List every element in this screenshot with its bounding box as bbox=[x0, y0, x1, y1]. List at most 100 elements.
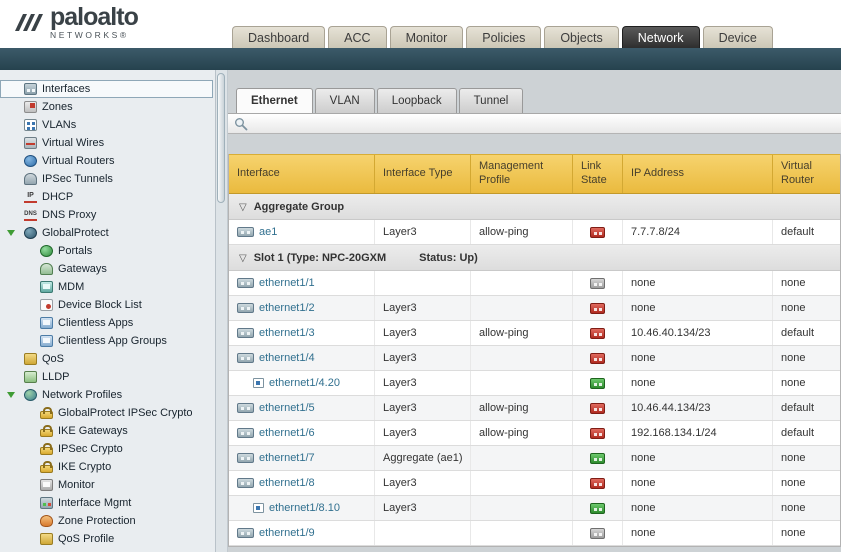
sidebar-item-dhcp[interactable]: DHCP bbox=[0, 188, 215, 206]
sidebar-item-ike-crypto[interactable]: IKE Crypto bbox=[0, 458, 215, 476]
column-header-interface[interactable]: Interface bbox=[229, 155, 375, 193]
link-state-unknown-icon[interactable] bbox=[590, 278, 605, 289]
sidebar-item-portals[interactable]: Portals bbox=[0, 242, 215, 260]
dns-proxy-icon bbox=[24, 209, 37, 221]
sidebar-item-virtual-routers[interactable]: Virtual Routers bbox=[0, 152, 215, 170]
collapse-toggle-icon[interactable] bbox=[7, 392, 15, 398]
sidebar-scrollbar[interactable] bbox=[216, 70, 228, 552]
interface-link[interactable]: ethernet1/4 bbox=[259, 352, 315, 364]
table-row-ethernet1-6[interactable]: ethernet1/6 Layer3 allow-ping 192.168.13… bbox=[229, 421, 840, 446]
interface-link[interactable]: ethernet1/5 bbox=[259, 402, 315, 414]
interface-link[interactable]: ethernet1/8.10 bbox=[269, 502, 340, 514]
collapse-toggle-icon[interactable] bbox=[7, 230, 15, 236]
collapse-triangle-icon[interactable] bbox=[239, 201, 247, 213]
link-state-down-icon[interactable] bbox=[590, 478, 605, 489]
sidebar-item-ipsec-crypto[interactable]: IPSec Crypto bbox=[0, 440, 215, 458]
subtab-ethernet[interactable]: Ethernet bbox=[236, 88, 313, 113]
sidebar-item-interface-mgmt[interactable]: Interface Mgmt bbox=[0, 494, 215, 512]
sidebar-item-ipsec-tunnels[interactable]: IPSec Tunnels bbox=[0, 170, 215, 188]
link-state-down-icon[interactable] bbox=[590, 328, 605, 339]
sidebar-item-interfaces[interactable]: Interfaces bbox=[0, 80, 213, 98]
table-row-ethernet1-7[interactable]: ethernet1/7 Aggregate (ae1) none none bbox=[229, 446, 840, 471]
column-header-management-profile[interactable]: Management Profile bbox=[471, 155, 573, 193]
table-row-ethernet1-8[interactable]: ethernet1/8 Layer3 none none bbox=[229, 471, 840, 496]
subtab-loopback[interactable]: Loopback bbox=[377, 88, 457, 113]
tab-policies[interactable]: Policies bbox=[466, 26, 541, 48]
group-label: Slot 1 (Type: NPC-20GXM bbox=[254, 252, 386, 264]
interface-link[interactable]: ethernet1/8 bbox=[259, 477, 315, 489]
link-state-down-icon[interactable] bbox=[590, 303, 605, 314]
link-state-unknown-icon[interactable] bbox=[590, 528, 605, 539]
tab-monitor[interactable]: Monitor bbox=[390, 26, 464, 48]
interface-link[interactable]: ethernet1/2 bbox=[259, 302, 315, 314]
sidebar-item-mdm[interactable]: MDM bbox=[0, 278, 215, 296]
tab-network[interactable]: Network bbox=[622, 26, 700, 48]
link-state-up-icon[interactable] bbox=[590, 453, 605, 464]
magnifier-icon[interactable] bbox=[234, 117, 248, 131]
table-row-ethernet1-4[interactable]: ethernet1/4 Layer3 none none bbox=[229, 346, 840, 371]
interface-link[interactable]: ethernet1/9 bbox=[259, 527, 315, 539]
sidebar-item-label: Clientless App Groups bbox=[58, 335, 167, 347]
sidebar-item-label: IPSec Tunnels bbox=[42, 173, 113, 185]
interface-link[interactable]: ethernet1/4.20 bbox=[269, 377, 340, 389]
table-row-ethernet1-9[interactable]: ethernet1/9 none none bbox=[229, 521, 840, 546]
link-state-up-icon[interactable] bbox=[590, 378, 605, 389]
interface-link[interactable]: ethernet1/7 bbox=[259, 452, 315, 464]
sidebar-item-device-block-list[interactable]: Device Block List bbox=[0, 296, 215, 314]
mgmt-profile-cell bbox=[471, 371, 573, 395]
interface-link[interactable]: ethernet1/3 bbox=[259, 327, 315, 339]
interface-link[interactable]: ethernet1/6 bbox=[259, 427, 315, 439]
sidebar-item-gateways[interactable]: Gateways bbox=[0, 260, 215, 278]
table-row-ethernet1-2[interactable]: ethernet1/2 Layer3 none none bbox=[229, 296, 840, 321]
table-row-ethernet1-1[interactable]: ethernet1/1 none none bbox=[229, 271, 840, 296]
link-state-down-icon[interactable] bbox=[590, 428, 605, 439]
sidebar-item-network-profiles[interactable]: Network Profiles bbox=[0, 386, 215, 404]
link-state-cell bbox=[573, 296, 623, 320]
table-row-ethernet1-3[interactable]: ethernet1/3 Layer3 allow-ping 10.46.40.1… bbox=[229, 321, 840, 346]
sidebar-item-zones[interactable]: Zones bbox=[0, 98, 215, 116]
sidebar-item-zone-protection[interactable]: Zone Protection bbox=[0, 512, 215, 530]
column-header-virtual-router[interactable]: Virtual Router bbox=[773, 155, 840, 193]
column-header-link-state[interactable]: Link State bbox=[573, 155, 623, 193]
sidebar-item-qos[interactable]: QoS bbox=[0, 350, 215, 368]
table-row-ae1[interactable]: ae1 Layer3 allow-ping 7.7.7.8/24 default bbox=[229, 220, 840, 245]
sidebar-item-globalprotect[interactable]: GlobalProtect bbox=[0, 224, 215, 242]
mgmt-profile-cell: allow-ping bbox=[471, 396, 573, 420]
sidebar-item-lldp[interactable]: LLDP bbox=[0, 368, 215, 386]
group-row-aggregate[interactable]: Aggregate Group bbox=[229, 194, 840, 220]
collapse-triangle-icon[interactable] bbox=[239, 252, 247, 264]
tab-acc[interactable]: ACC bbox=[328, 26, 386, 48]
subtab-vlan[interactable]: VLAN bbox=[315, 88, 375, 113]
sidebar-item-virtual-wires[interactable]: Virtual Wires bbox=[0, 134, 215, 152]
link-state-up-icon[interactable] bbox=[590, 503, 605, 514]
subtab-tunnel[interactable]: Tunnel bbox=[459, 88, 524, 113]
interface-link[interactable]: ethernet1/1 bbox=[259, 277, 315, 289]
tab-dashboard[interactable]: Dashboard bbox=[232, 26, 325, 48]
virtual-router-cell: default bbox=[773, 421, 840, 445]
sidebar-item-clientless-app-groups[interactable]: Clientless App Groups bbox=[0, 332, 215, 350]
table-row-ethernet1-8-10[interactable]: ethernet1/8.10 Layer3 none none bbox=[229, 496, 840, 521]
sidebar-item-vlans[interactable]: VLANs bbox=[0, 116, 215, 134]
sidebar-item-ike-gateways[interactable]: IKE Gateways bbox=[0, 422, 215, 440]
sidebar-item-globalprotect-ipsec-crypto[interactable]: GlobalProtect IPSec Crypto bbox=[0, 404, 215, 422]
column-header-interface-type[interactable]: Interface Type bbox=[375, 155, 471, 193]
column-header-ip-address[interactable]: IP Address bbox=[623, 155, 773, 193]
sidebar-scrollbar-thumb[interactable] bbox=[217, 73, 225, 203]
link-state-down-icon[interactable] bbox=[590, 353, 605, 364]
virtual-router-cell: default bbox=[773, 396, 840, 420]
link-state-down-icon[interactable] bbox=[590, 403, 605, 414]
tab-objects[interactable]: Objects bbox=[544, 26, 618, 48]
sidebar-item-dns-proxy[interactable]: DNS Proxy bbox=[0, 206, 215, 224]
link-state-down-icon[interactable] bbox=[590, 227, 605, 238]
interface-link[interactable]: ae1 bbox=[259, 226, 277, 238]
main-nav-tabs: Dashboard ACC Monitor Policies Objects N… bbox=[232, 26, 773, 48]
paloalto-logo: paloalto NETWORKS® bbox=[10, 5, 138, 40]
tab-device[interactable]: Device bbox=[703, 26, 773, 48]
table-row-ethernet1-5[interactable]: ethernet1/5 Layer3 allow-ping 10.46.44.1… bbox=[229, 396, 840, 421]
sidebar-item-qos-profile[interactable]: QoS Profile bbox=[0, 530, 215, 548]
table-row-ethernet1-4-20[interactable]: ethernet1/4.20 Layer3 none none bbox=[229, 371, 840, 396]
sidebar-item-monitor-profile[interactable]: Monitor bbox=[0, 476, 215, 494]
sidebar-item-clientless-apps[interactable]: Clientless Apps bbox=[0, 314, 215, 332]
dhcp-icon bbox=[24, 191, 37, 203]
group-row-slot1[interactable]: Slot 1 (Type: NPC-20GXM Status: Up) bbox=[229, 245, 840, 271]
